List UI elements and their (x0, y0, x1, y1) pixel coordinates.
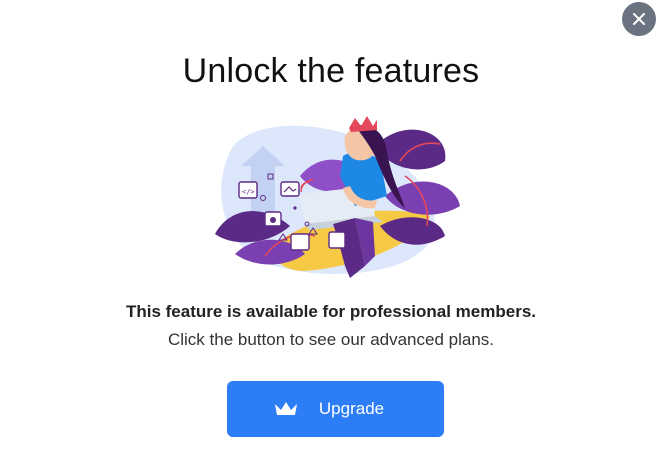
close-icon (633, 13, 645, 25)
upgrade-dialog: Unlock the features </> This feature is … (0, 0, 662, 458)
upgrade-button-label: Upgrade (318, 399, 385, 418)
dialog-title: Unlock the features (182, 52, 480, 90)
svg-text:</>: </> (242, 188, 255, 196)
unlock-illustration: </> (215, 116, 460, 278)
crown-icon (274, 402, 297, 415)
advanced-plans-hint: Click the button to see our advanced pla… (167, 330, 495, 349)
close-button[interactable] (622, 2, 656, 36)
feature-availability-text: This feature is available for profession… (125, 302, 537, 321)
upgrade-button[interactable]: Upgrade (227, 381, 444, 437)
